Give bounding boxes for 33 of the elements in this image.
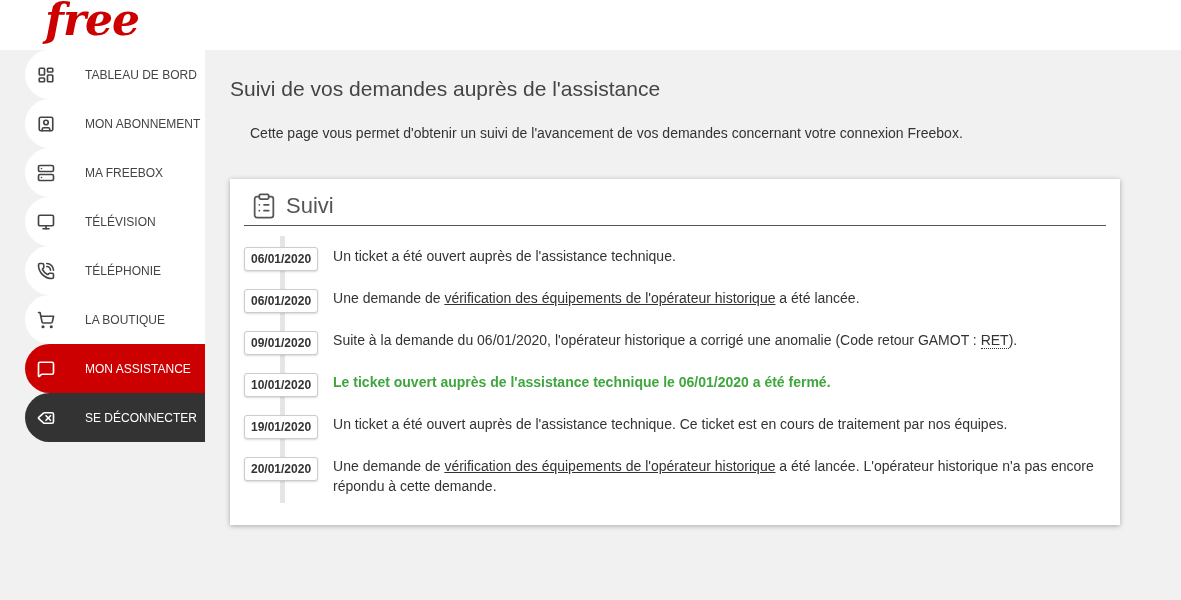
event-text: Suite à la demande du 06/01/2020, l'opérateur historique a corrigé une anomalie (Code retour GAMOT : RET). [333,331,1018,350]
cart-icon [37,310,55,329]
equipment-check-link[interactable]: vérification des équipements de l'opérateur historique [444,458,776,474]
event-text: Une demande de vérification des équipements de l'opérateur historique a été lancée. L'opérateur historique n'a pas encore répondu à cette demande. [333,457,1095,496]
nav-item[interactable]: MON ASSISTANCE [25,344,205,393]
date-badge: 09/01/2020 [244,331,319,355]
monitor-icon [37,212,55,231]
event-text: Un ticket a été ouvert auprès de l'assistance technique. [333,247,676,266]
date-badge: 10/01/2020 [244,373,319,397]
page-title: Suivi de vos demandes auprès de l'assistance [230,76,662,102]
date-badge: 20/01/2020 [244,457,319,481]
date-badge: 06/01/2020 [244,247,319,271]
intro-text: Cette page vous permet d'obtenir un suivi de l'avancement de vos demandes concernant votre connexion Freebox. [250,124,964,143]
nav-item[interactable]: TÉLÉVISION [25,197,205,246]
logout-button[interactable]: SE DÉCONNECTER [25,393,205,442]
date-badge: 06/01/2020 [244,289,319,313]
event-text: Une demande de vérification des équipements de l'opérateur historique a été lancée. [333,289,860,308]
card-title: Suivi [286,192,334,220]
server-icon [37,163,55,182]
dashboard-icon [37,65,55,84]
nav-item[interactable]: MON ABONNEMENT [25,99,205,148]
nav-item[interactable]: MA FREEBOX [25,148,205,197]
user-card-icon [37,114,55,133]
nav-item[interactable]: TÉLÉPHONIE [25,246,205,295]
chat-icon [37,359,55,378]
phone-icon [37,261,55,280]
event-text: Un ticket a été ouvert auprès de l'assistance technique. Ce ticket est en cours de traitement par nos équipes. [333,415,1008,434]
event-text: Le ticket ouvert auprès de l'assistance technique le 06/01/2020 a été fermé. [333,373,831,392]
code-abbreviation: RET [980,332,1009,349]
equipment-check-link[interactable]: vérification des équipements de l'opérateur historique [444,290,776,306]
nav-item[interactable]: TABLEAU DE BORD [25,50,205,99]
date-badge: 19/01/2020 [244,415,319,439]
nav-item[interactable]: LA BOUTIQUE [25,295,205,344]
